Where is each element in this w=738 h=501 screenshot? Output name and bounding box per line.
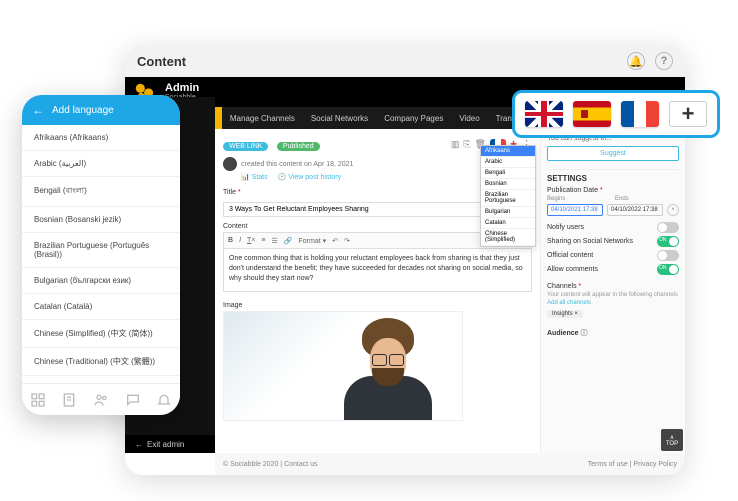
pubdate-label: Publication Date <box>547 187 679 194</box>
list-item[interactable]: Bosnian (Bosanski jezik) <box>22 207 180 233</box>
lang-opt[interactable]: Bulgarian <box>481 207 535 218</box>
format-select[interactable]: Format ▾ <box>298 237 326 245</box>
language-dropdown[interactable]: Afrikaans Arabic Bengali Bosnian Brazili… <box>480 145 536 247</box>
settings-heading: SETTINGS <box>547 169 679 183</box>
phone-language-list[interactable]: Afrikaans (Afrikaans) Arabic (العربية) B… <box>22 125 180 383</box>
list-item[interactable]: Arabic (العربية) <box>22 151 180 177</box>
sharing-label: Sharing on Social Networks <box>547 238 633 245</box>
lang-opt[interactable]: Afrikaans <box>481 146 535 157</box>
phone-header[interactable]: Add language <box>22 95 180 125</box>
flag-fr-icon[interactable] <box>621 101 659 127</box>
editor-column: WEB LINK Published ▥ ⎘ 🗑 + ⋮ Afrikaans A… <box>215 129 540 453</box>
list-item[interactable]: Bengali (বাংলা) <box>22 177 180 207</box>
archive-icon[interactable]: ▥ <box>451 139 460 150</box>
footer-right[interactable]: Terms of use | Privacy Policy <box>588 461 677 468</box>
topbar: Content 🔔 ? <box>125 45 685 77</box>
footer: © Sociabble 2020 | Contact us Terms of u… <box>215 453 685 475</box>
official-label: Official content <box>547 252 593 259</box>
channels-note: Your content will appear in the followin… <box>547 292 679 298</box>
scroll-top-button[interactable]: ∧TOP <box>661 429 683 451</box>
content-textarea[interactable]: One common thing that is holding your re… <box>223 248 532 292</box>
tab-video[interactable]: Video <box>451 107 487 129</box>
exit-admin-button[interactable]: Exit admin <box>125 435 215 453</box>
clear-icon[interactable]: T× <box>247 237 255 244</box>
lang-opt[interactable]: Chinese (Simplified) <box>481 229 535 246</box>
sharing-toggle[interactable]: ON <box>657 236 679 247</box>
list-item[interactable]: Croatian (Hrvatski) <box>22 376 180 383</box>
flag-uk-icon[interactable] <box>525 101 563 127</box>
ul-icon[interactable]: ≡ <box>261 237 265 244</box>
clear-date-icon[interactable]: × <box>667 204 679 216</box>
nav-doc-icon[interactable] <box>61 392 77 408</box>
notify-toggle[interactable] <box>657 222 679 233</box>
undo-icon[interactable]: ↶ <box>332 237 338 245</box>
lang-opt[interactable]: Bosnian <box>481 179 535 190</box>
nav-people-icon[interactable] <box>93 392 109 408</box>
lang-opt[interactable]: Catalan <box>481 218 535 229</box>
lang-opt[interactable]: Bengali <box>481 168 535 179</box>
stats-link[interactable]: 📊 Stats <box>241 173 268 181</box>
lang-opt[interactable]: Brazilian Portuguese <box>481 190 535 207</box>
lang-opt[interactable]: Arabic <box>481 157 535 168</box>
list-item[interactable]: Brazilian Portuguese (Português (Brasil)… <box>22 233 180 268</box>
ol-icon[interactable]: ☰ <box>271 237 277 245</box>
notify-label: Notify users <box>547 224 584 231</box>
add-all-channels[interactable]: Add all channels <box>547 300 679 306</box>
tab-social-networks[interactable]: Social Networks <box>303 107 376 129</box>
copy-icon[interactable]: ⎘ <box>463 139 470 150</box>
channel-chip[interactable]: Insights × <box>547 310 583 318</box>
list-item[interactable]: Catalan (Català) <box>22 294 180 320</box>
link-icon[interactable]: 🔗 <box>284 237 293 245</box>
list-item[interactable]: Chinese (Simplified) (中文 (简体)) <box>22 320 180 348</box>
ends-input[interactable]: 04/10/2022 17:38 <box>607 204 663 216</box>
bold-icon[interactable]: B <box>228 237 233 244</box>
nav-bell-icon[interactable] <box>156 392 172 408</box>
redo-icon[interactable]: ↷ <box>344 237 350 245</box>
brand-name: Admin <box>165 83 199 94</box>
flag-es-icon[interactable] <box>573 101 611 127</box>
list-item[interactable]: Afrikaans (Afrikaans) <box>22 125 180 151</box>
tab-manage-channels[interactable]: Manage Channels <box>222 107 303 129</box>
image-label: Image <box>223 302 532 309</box>
list-item[interactable]: Bulgarian (български език) <box>22 268 180 294</box>
created-text: created this content on Apr 18, 2021 <box>241 161 353 168</box>
audience-label: Audience ⓘ <box>547 328 679 338</box>
phone-nav <box>22 383 180 415</box>
nav-grid-icon[interactable] <box>30 392 46 408</box>
begins-input[interactable]: 04/10/2021 17:38 <box>547 204 603 216</box>
page-title: Content <box>137 54 186 69</box>
history-link[interactable]: 🕑 View post history <box>278 173 341 181</box>
suggest-button[interactable]: Suggest <box>547 146 679 161</box>
help-icon[interactable]: ? <box>655 52 673 70</box>
footer-left: © Sociabble 2020 | Contact us <box>223 461 318 468</box>
tab-company-pages[interactable]: Company Pages <box>376 107 451 129</box>
nav-chat-icon[interactable] <box>125 392 141 408</box>
settings-column: You can suggest th... Suggest SETTINGS P… <box>540 129 685 453</box>
bell-icon[interactable]: 🔔 <box>627 52 645 70</box>
flag-callout: + <box>512 90 720 138</box>
add-flag-button[interactable]: + <box>669 101 707 127</box>
comments-toggle[interactable]: ON <box>657 264 679 275</box>
author-avatar <box>223 157 237 171</box>
italic-icon[interactable]: I <box>239 237 241 244</box>
official-toggle[interactable] <box>657 250 679 261</box>
comments-label: Allow comments <box>547 266 598 273</box>
list-item[interactable]: Chinese (Traditional) (中文 (繁體)) <box>22 348 180 376</box>
channels-label: Channels <box>547 283 679 290</box>
phone-mock: Add language Afrikaans (Afrikaans) Arabi… <box>22 95 180 415</box>
published-badge: Published <box>277 142 320 151</box>
weblink-badge: WEB LINK <box>223 142 268 151</box>
content-image[interactable] <box>223 311 463 421</box>
